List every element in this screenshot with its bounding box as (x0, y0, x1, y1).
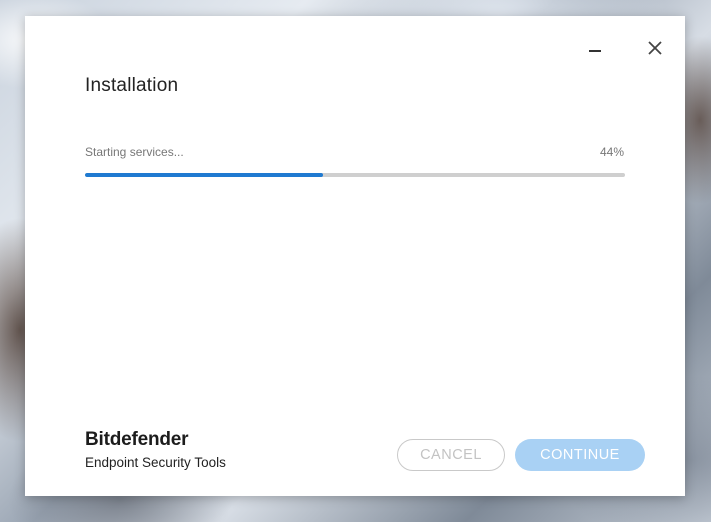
progress-percent-label: 44% (599, 145, 624, 159)
close-icon-glyph (648, 41, 662, 55)
progress-bar-fill (85, 173, 323, 177)
product-name: Endpoint Security Tools (85, 455, 226, 470)
brand-logo-text: Bitdefender (85, 429, 189, 450)
progress-bar (85, 173, 625, 177)
page-title: Installation (85, 75, 179, 96)
installer-dialog: Installation Starting services... 44% Bi… (25, 16, 685, 496)
desktop-background: Installation Starting services... 44% Bi… (0, 0, 711, 522)
minimize-icon[interactable] (583, 36, 607, 60)
cancel-button[interactable]: CANCEL (397, 439, 505, 471)
close-icon[interactable] (643, 36, 667, 60)
progress-status-text: Starting services... (85, 145, 184, 159)
continue-button[interactable]: CONTINUE (515, 439, 645, 471)
